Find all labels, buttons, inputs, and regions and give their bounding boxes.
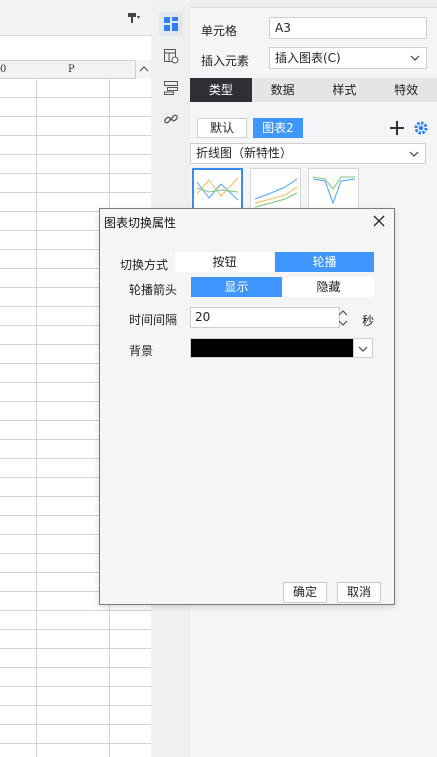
column-header-row: 0 P — [0, 60, 151, 79]
insert-element-value: 插入图表(C) — [275, 51, 341, 65]
chevron-up-icon — [338, 310, 347, 316]
cell-element-tab[interactable] — [159, 12, 183, 36]
spike-chart-icon — [312, 176, 356, 205]
chevron-down-icon — [358, 346, 368, 352]
chart-switch-dialog: 图表切换属性 切换方式 按钮 轮播 轮播箭头 显示 隐藏 时间间隔 20 秒 背… — [99, 208, 395, 605]
panel-tabs: 类型 数据 样式 特效 — [190, 78, 437, 102]
hyperlink-tab[interactable] — [159, 107, 183, 131]
chart-style-thumbnail-2[interactable] — [250, 168, 301, 210]
panel-top-strip — [190, 0, 437, 8]
close-icon — [373, 215, 385, 227]
table-settings-icon — [164, 49, 179, 64]
interval-increment[interactable] — [336, 308, 349, 318]
cell-field[interactable]: A3 — [269, 17, 427, 39]
grid-icon — [164, 17, 178, 31]
interval-input[interactable]: 20 — [190, 307, 340, 328]
chart-style-thumbnail-3[interactable] — [308, 168, 359, 210]
gear-icon — [414, 121, 428, 135]
interval-decrement[interactable] — [336, 318, 349, 328]
tab-data[interactable]: 数据 — [252, 78, 314, 102]
interval-unit: 秒 — [362, 314, 375, 328]
chart-type-select[interactable]: 折线图（新特性） — [190, 143, 426, 164]
add-chart-button[interactable] — [388, 118, 406, 138]
chevron-down-icon — [409, 151, 419, 157]
ok-button[interactable]: 确定 — [283, 582, 327, 603]
arrow-hide-option[interactable]: 隐藏 — [283, 277, 374, 297]
dialog-title: 图表切换属性 — [104, 216, 177, 230]
close-button[interactable] — [372, 214, 386, 228]
switch-mode-carousel-option[interactable]: 轮播 — [275, 252, 374, 272]
cancel-button[interactable]: 取消 — [337, 582, 381, 603]
switch-mode-button-option[interactable]: 按钮 — [175, 252, 274, 272]
column-header-o[interactable]: 0 — [0, 64, 6, 75]
trend-lines-icon — [254, 178, 298, 208]
chevron-up-icon — [139, 66, 149, 72]
chevron-down-icon — [410, 55, 420, 61]
switch-mode-label: 切换方式 — [120, 258, 169, 272]
chevron-down-icon — [338, 320, 347, 326]
chart-tab-chart2[interactable]: 图表2 — [253, 118, 303, 138]
cell-attribute-tab[interactable] — [159, 44, 183, 68]
column-header-p[interactable]: P — [68, 64, 75, 75]
widget-settings-tab[interactable] — [159, 76, 183, 100]
chart-settings-button[interactable] — [412, 118, 430, 138]
tab-effects[interactable]: 特效 — [375, 78, 437, 102]
tab-type[interactable]: 类型 — [190, 78, 252, 102]
plus-icon — [390, 121, 404, 135]
chart-type-value: 折线图（新特性） — [196, 146, 293, 160]
format-painter-icon[interactable] — [127, 11, 141, 25]
cell-label: 单元格 — [201, 24, 238, 38]
chart-tab-default[interactable]: 默认 — [197, 118, 247, 138]
scroll-up-button[interactable] — [135, 60, 151, 79]
insert-element-label: 插入元素 — [201, 54, 250, 68]
chart-style-thumbnail-1[interactable] — [192, 168, 243, 210]
background-color-swatch[interactable] — [190, 338, 354, 358]
layout-icon — [164, 81, 178, 95]
tab-style[interactable]: 样式 — [314, 78, 376, 102]
link-icon — [164, 114, 178, 124]
arrow-show-option[interactable]: 显示 — [191, 277, 282, 297]
line-chart-icon — [196, 177, 239, 201]
background-label: 背景 — [129, 344, 154, 358]
sheet-toolbar — [0, 0, 151, 36]
background-color-dropdown[interactable] — [354, 338, 373, 358]
interval-label: 时间间隔 — [129, 313, 178, 327]
insert-element-select[interactable]: 插入图表(C) — [269, 47, 427, 69]
carousel-arrow-label: 轮播箭头 — [129, 283, 178, 297]
